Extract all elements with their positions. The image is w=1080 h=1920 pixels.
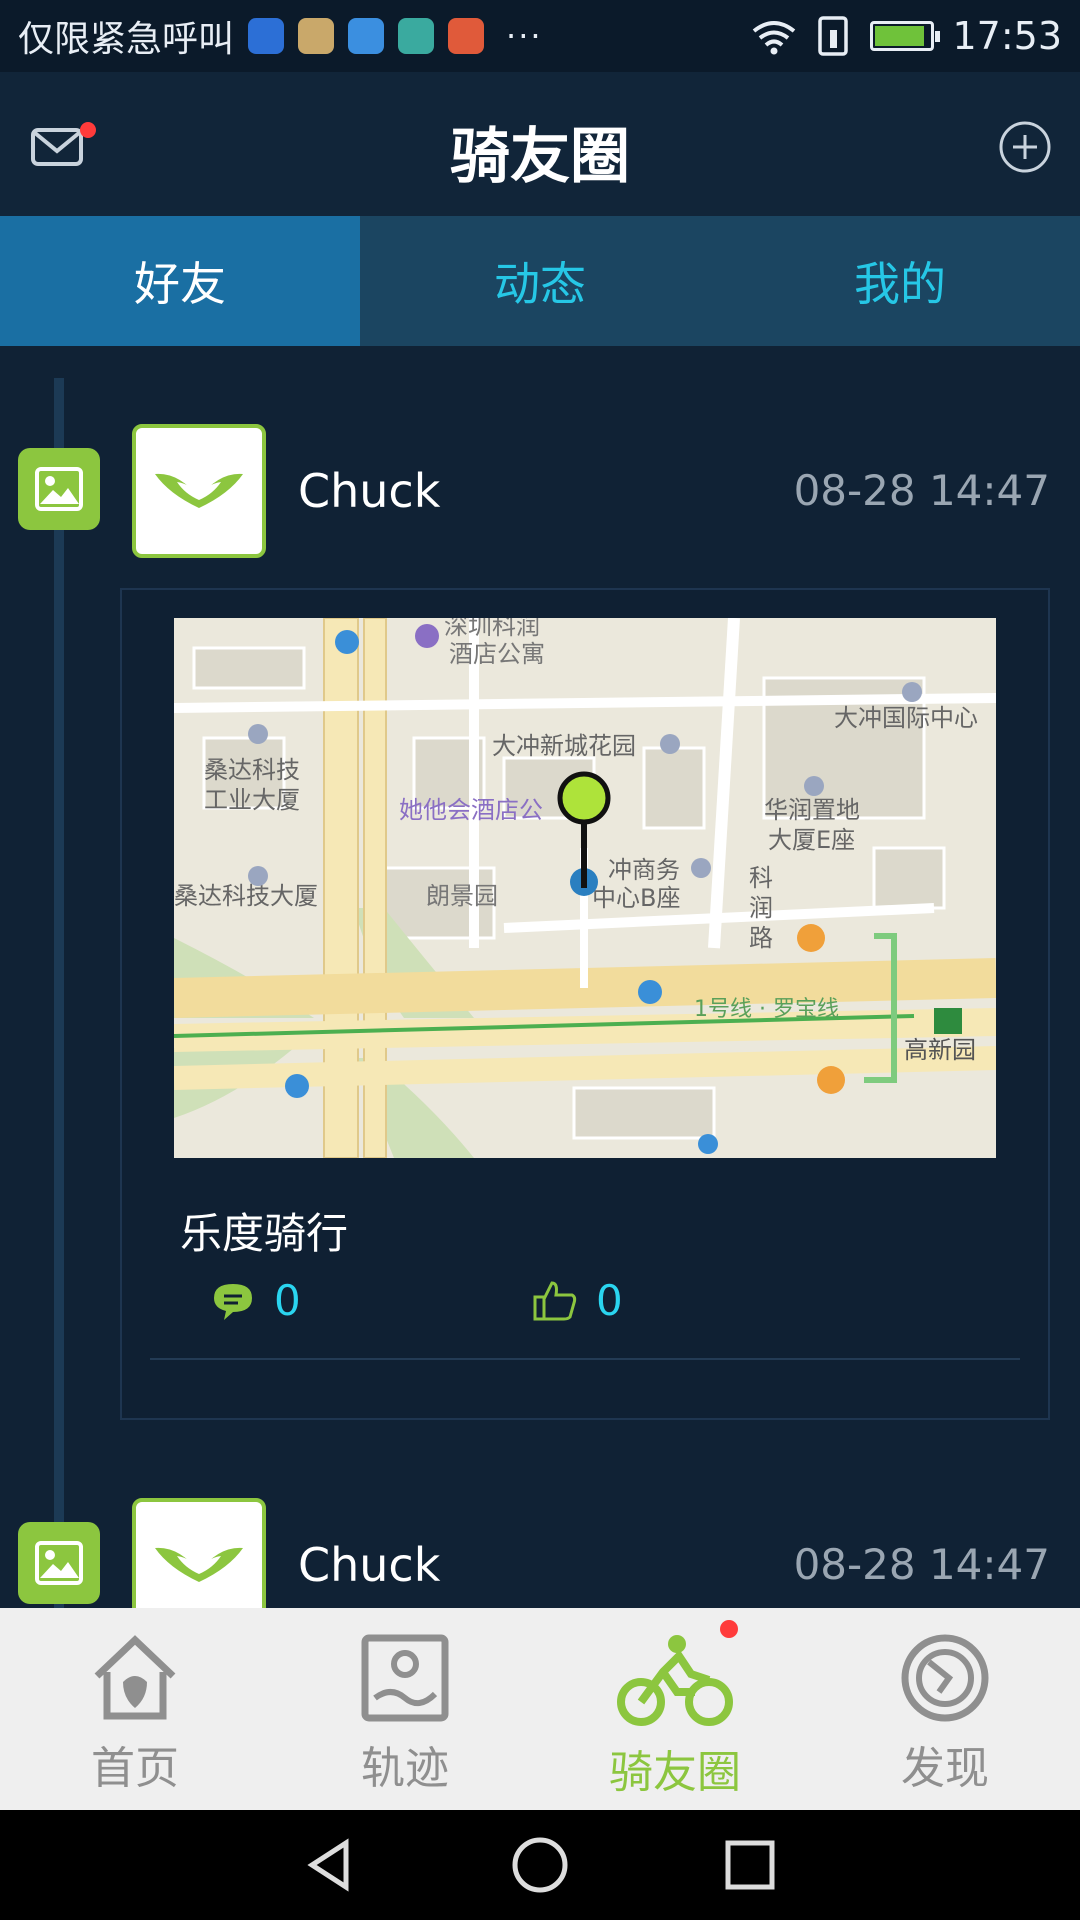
tab-friends[interactable]: 好友 — [0, 216, 360, 346]
app-header: 骑友圈 — [0, 72, 1080, 216]
nav-riders[interactable]: 骑友圈 — [540, 1608, 810, 1810]
brand-logo-icon — [155, 1547, 243, 1582]
discover-icon — [901, 1634, 989, 1722]
carrier-text: 仅限紧急呼叫 — [18, 19, 235, 60]
android-app-icon — [398, 18, 435, 54]
comment-count: 0 — [274, 1276, 301, 1325]
svg-text:路: 路 — [749, 924, 773, 952]
bird-app-icon — [248, 18, 285, 54]
status-time: 17:53 — [952, 14, 1062, 58]
bottom-nav: 首页 轨迹 骑友圈 发现 — [0, 1608, 1080, 1810]
pinwheel-app-icon — [448, 18, 485, 54]
nav-home-label: 首页 — [91, 1743, 179, 1794]
tab-mine[interactable]: 我的 — [720, 216, 1080, 346]
svg-text:桑达科技大厦: 桑达科技大厦 — [174, 882, 318, 910]
more-notifications: ··· — [506, 17, 543, 55]
svg-text:大冲新城花园: 大冲新城花园 — [492, 732, 636, 760]
svg-text:大厦E座: 大厦E座 — [768, 826, 855, 854]
map-graphic: 深圳科润 酒店公寓 大冲新城花园 大冲国际中心 桑达科技 工业大厦 她他会酒店公… — [174, 618, 996, 1158]
svg-text:大冲国际中心: 大冲国际中心 — [834, 704, 978, 732]
nav-track[interactable]: 轨迹 — [270, 1608, 540, 1810]
tab-bar: 好友 动态 我的 — [0, 216, 1080, 346]
svg-text:1号线 · 罗宝线: 1号线 · 罗宝线 — [694, 997, 839, 1022]
svg-text:科: 科 — [749, 864, 773, 892]
recents-icon[interactable] — [720, 1835, 780, 1895]
battery-icon — [870, 21, 941, 51]
thumbs-up-icon — [533, 1280, 577, 1320]
like-action[interactable]: 0 — [532, 1276, 623, 1325]
avatar[interactable] — [132, 1498, 266, 1608]
brand-logo-icon — [155, 473, 243, 508]
home-icon — [94, 1635, 176, 1720]
nav-discover-label: 发现 — [901, 1743, 989, 1794]
svg-text:桑达科技: 桑达科技 — [204, 756, 300, 784]
svg-text:朗景园: 朗景园 — [426, 882, 498, 910]
cyclist-icon — [617, 1635, 733, 1726]
svg-text:工业大厦: 工业大厦 — [204, 786, 300, 814]
route-map-image[interactable]: 深圳科润 酒店公寓 大冲新城花园 大冲国际中心 桑达科技 工业大厦 她他会酒店公… — [174, 618, 996, 1158]
wifi-icon — [753, 21, 796, 55]
card-divider — [150, 1358, 1020, 1360]
post-card[interactable]: 深圳科润 酒店公寓 大冲新城花园 大冲国际中心 桑达科技 工业大厦 她他会酒店公… — [120, 588, 1050, 1420]
add-circle-icon[interactable] — [998, 120, 1052, 174]
svg-text:中心B座: 中心B座 — [592, 884, 680, 912]
nav-track-label: 轨迹 — [361, 1743, 449, 1794]
image-post-icon — [18, 448, 100, 530]
nav-home[interactable]: 首页 — [0, 1608, 270, 1810]
status-bar: 仅限紧急呼叫 ··· 17:53 — [0, 0, 1080, 72]
track-icon — [361, 1634, 449, 1722]
comment-icon — [214, 1283, 252, 1320]
system-nav-bar — [0, 1810, 1080, 1920]
nav-riders-badge — [720, 1620, 738, 1638]
home-circle-icon[interactable] — [510, 1835, 570, 1895]
svg-text:高新园: 高新园 — [904, 1036, 976, 1064]
svg-text:酒店公寓: 酒店公寓 — [449, 640, 545, 668]
timeline-line — [54, 378, 64, 1608]
nav-discover[interactable]: 发现 — [810, 1608, 1080, 1810]
location-app-icon — [348, 18, 385, 54]
avatar[interactable] — [132, 424, 266, 558]
svg-text:冲商务: 冲商务 — [608, 856, 680, 884]
broom-app-icon — [298, 18, 335, 54]
page-title: 骑友圈 — [450, 122, 630, 192]
sim-card-icon — [818, 16, 849, 56]
post-text: 乐度骑行 — [180, 1209, 349, 1258]
svg-text:华润置地: 华润置地 — [764, 796, 860, 824]
post-user-name[interactable]: Chuck — [298, 464, 440, 518]
svg-text:她他会酒店公: 她他会酒店公 — [399, 796, 543, 824]
post-time: 08-28 14:47 — [793, 466, 1050, 515]
comment-action[interactable]: 0 — [210, 1276, 301, 1325]
post-time: 08-28 14:47 — [793, 1540, 1050, 1589]
battery-level-fill — [875, 26, 925, 46]
svg-text:润: 润 — [749, 894, 773, 922]
image-post-icon — [18, 1522, 100, 1604]
tab-activity[interactable]: 动态 — [360, 216, 720, 346]
nav-riders-label: 骑友圈 — [609, 1747, 741, 1798]
back-icon[interactable] — [300, 1835, 360, 1895]
post-user-name[interactable]: Chuck — [298, 1538, 440, 1592]
friends-feed[interactable]: Chuck 08-28 14:47 深圳科润 酒店公寓 大冲新城花园 大冲国际中… — [0, 346, 1080, 1608]
svg-text:深圳科润: 深圳科润 — [444, 618, 540, 640]
like-count: 0 — [596, 1276, 623, 1325]
